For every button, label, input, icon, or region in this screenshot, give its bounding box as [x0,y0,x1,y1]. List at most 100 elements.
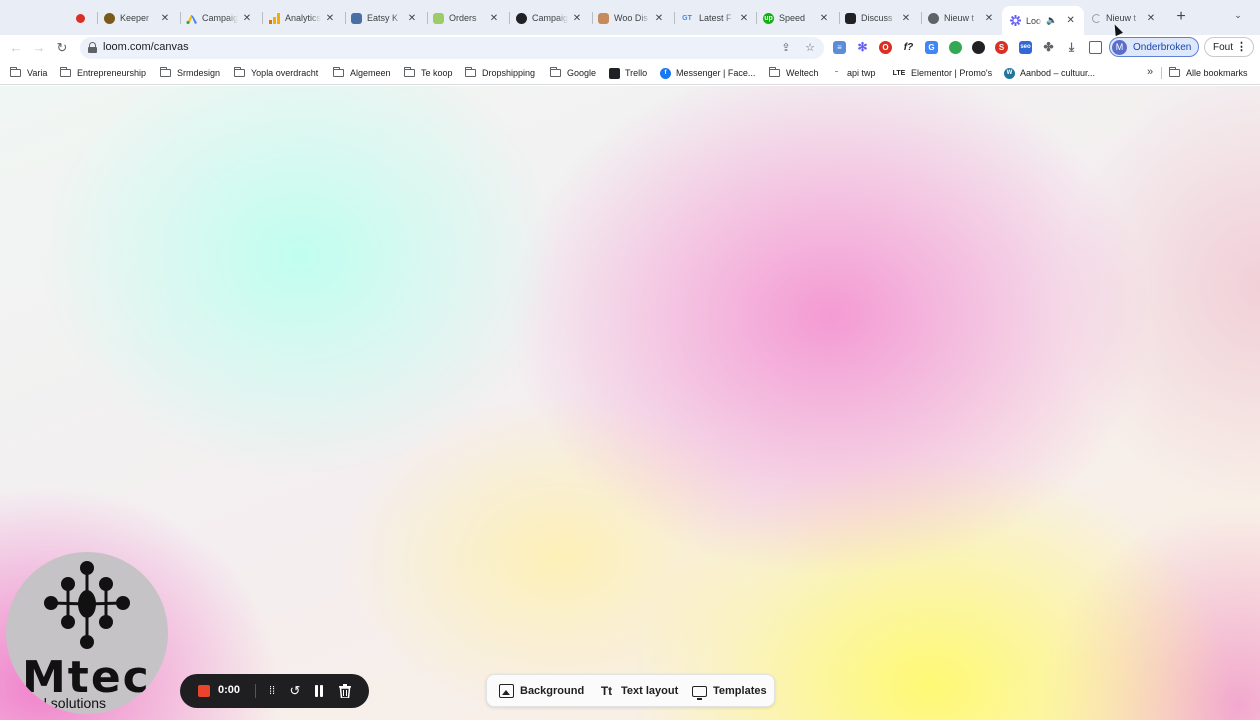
tab-campaign[interactable]: Campaign ✕ [516,8,583,28]
browser-toolbar: ← → ↻ loom.com/canvas ⇪ ☆ ≡ ✻ O f? G S s… [0,35,1260,61]
templates-button[interactable]: Templates [692,683,767,700]
recording-timer: 0:00 [218,684,241,696]
opera-extension-icon[interactable]: O [879,41,892,54]
globe-extension-icon[interactable] [972,41,985,54]
s-extension-icon[interactable]: S [995,41,1008,54]
tab-speed[interactable]: up Speed ✕ [763,8,830,28]
bookmark-trello[interactable]: Trello [609,66,647,80]
loom-canvas[interactable] [0,86,1260,720]
tab-title: Keeper [120,13,150,23]
tab-orders[interactable]: Orders ✕ [433,8,500,28]
side-panel-icon[interactable] [1089,41,1102,54]
bookmark-label: Aanbod – cultuur... [1020,68,1096,78]
tab-google-ads[interactable]: Campaign ✕ [186,8,253,28]
close-icon[interactable]: ✕ [571,13,583,24]
puzzle-icon[interactable]: ✤ [1042,41,1055,54]
extension-icon[interactable]: ≡ [833,41,846,54]
tab-strip: Keeper ✕ Campaign ✕ Analytics ✕ Eatsy K … [0,0,1260,35]
tab-keeper[interactable]: Keeper ✕ [104,8,171,28]
tab-new-1[interactable]: Nieuw t ✕ [928,8,995,28]
close-icon[interactable]: ✕ [488,13,500,24]
bookmark-folder[interactable]: Varia [10,66,47,80]
close-icon[interactable]: ✕ [818,13,830,24]
bookmark-elementor[interactable]: LTE Elementor | Promo's [892,66,992,80]
close-icon[interactable]: ✕ [324,13,336,24]
tab-analytics[interactable]: Analytics ✕ [269,8,336,28]
bookmark-folder[interactable]: Weltech [769,66,818,80]
tab-woo[interactable]: Woo Dis ✕ [598,8,665,28]
bookmark-label: Trello [625,68,648,78]
chrome-icon [928,12,939,24]
close-icon[interactable]: ✕ [738,13,750,24]
translate-extension-icon[interactable]: G [925,41,938,54]
canvas-toolbar: Background Tt Text layout Templates [486,674,775,707]
forward-button[interactable]: → [30,39,48,57]
seo-extension-icon[interactable]: seo [1019,41,1032,54]
close-icon[interactable]: ✕ [1065,15,1076,26]
url-text[interactable]: loom.com/canvas [103,41,189,53]
bookmark-label: Te koop [421,68,453,78]
close-icon[interactable]: ✕ [653,13,665,24]
lock-icon[interactable] [88,42,97,53]
camera-bubble[interactable]: Mtec Digital solutions [6,552,168,714]
speaker-icon[interactable]: 🔈 [1046,15,1057,26]
tab-discuss[interactable]: Discuss ✕ [845,8,912,28]
bookmark-folder[interactable]: Algemeen [333,66,391,80]
tab-record[interactable] [76,8,90,28]
bookmark-messenger[interactable]: f Messenger | Face... [660,66,755,80]
bookmark-aanbod[interactable]: W Aanbod – cultuur... [1004,66,1095,80]
folder-icon [333,67,344,77]
close-icon[interactable]: ✕ [406,13,418,24]
bookmarks-bar: Varia Entrepreneurship Srmdesign Yopla o… [0,61,1260,85]
address-bar[interactable]: loom.com/canvas ⇪ ☆ [80,37,824,59]
tab-eatsy[interactable]: Eatsy K ✕ [351,8,418,28]
loom-icon [1010,15,1021,26]
bookmark-api[interactable]: ~ api twp [831,66,876,80]
stop-recording-button[interactable] [198,685,210,697]
download-icon[interactable]: ⤓ [1065,41,1078,54]
bookmark-folder[interactable]: Dropshipping [465,66,535,80]
bookmark-folder[interactable]: Te koop [404,66,453,80]
bookmarks-overflow-button[interactable]: » [1147,66,1153,78]
folder-icon [160,67,171,77]
tab-search-chevron-icon[interactable]: ⌄ [1231,10,1245,24]
share-icon[interactable]: ⇪ [778,40,794,56]
bookmark-folder[interactable]: Entrepreneurship [60,66,146,80]
restart-icon[interactable]: ↺ [286,682,304,700]
profile-button[interactable]: M Onderbroken [1109,37,1199,57]
tab-loom[interactable]: Loo 🔈 ✕ [1002,6,1084,35]
background-button[interactable]: Background [499,683,584,699]
close-icon[interactable]: ✕ [1145,13,1157,24]
reload-button[interactable]: ↻ [53,39,71,57]
tab-title: Discuss [861,13,893,23]
close-icon[interactable]: ✕ [159,13,171,24]
bookmark-folder[interactable]: Yopla overdracht [234,66,318,80]
bookmark-folder[interactable]: Srmdesign [160,66,220,80]
bookmark-folder[interactable]: Google [550,66,596,80]
back-button[interactable]: ← [7,39,25,57]
text-layout-button[interactable]: Tt Text layout [598,683,678,699]
close-icon[interactable]: ✕ [241,13,253,24]
bookmarks-divider [1161,67,1162,79]
loom-extension-icon[interactable]: ✻ [856,41,869,54]
tab-title: Speed [779,13,806,23]
bookmark-label: Varia [27,68,48,78]
drag-handle-icon[interactable]: ⁞⁞ [263,682,281,700]
close-icon[interactable]: ✕ [900,13,912,24]
tab-title: Woo Dis [614,13,648,23]
menu-dots-icon[interactable]: ⋮ [1236,40,1247,53]
trello-icon [609,67,620,79]
all-bookmarks-button[interactable]: Alle bookmarks [1169,66,1248,80]
tab-title: Orders [449,13,477,23]
trash-icon[interactable] [339,684,351,698]
bookmark-label: Messenger | Face... [676,68,756,78]
color-extension-icon[interactable] [949,41,962,54]
new-tab-button[interactable]: + [1173,9,1189,25]
tab-new-2[interactable]: Nieuw t ✕ [1092,8,1157,28]
tab-latest[interactable]: GT Latest F ✕ [680,8,750,28]
close-icon[interactable]: ✕ [983,13,995,24]
pause-button[interactable] [314,685,324,697]
bookmark-star-icon[interactable]: ☆ [802,40,818,56]
font-extension-icon[interactable]: f? [902,41,915,54]
error-button[interactable]: Fout ⋮ [1204,37,1254,57]
